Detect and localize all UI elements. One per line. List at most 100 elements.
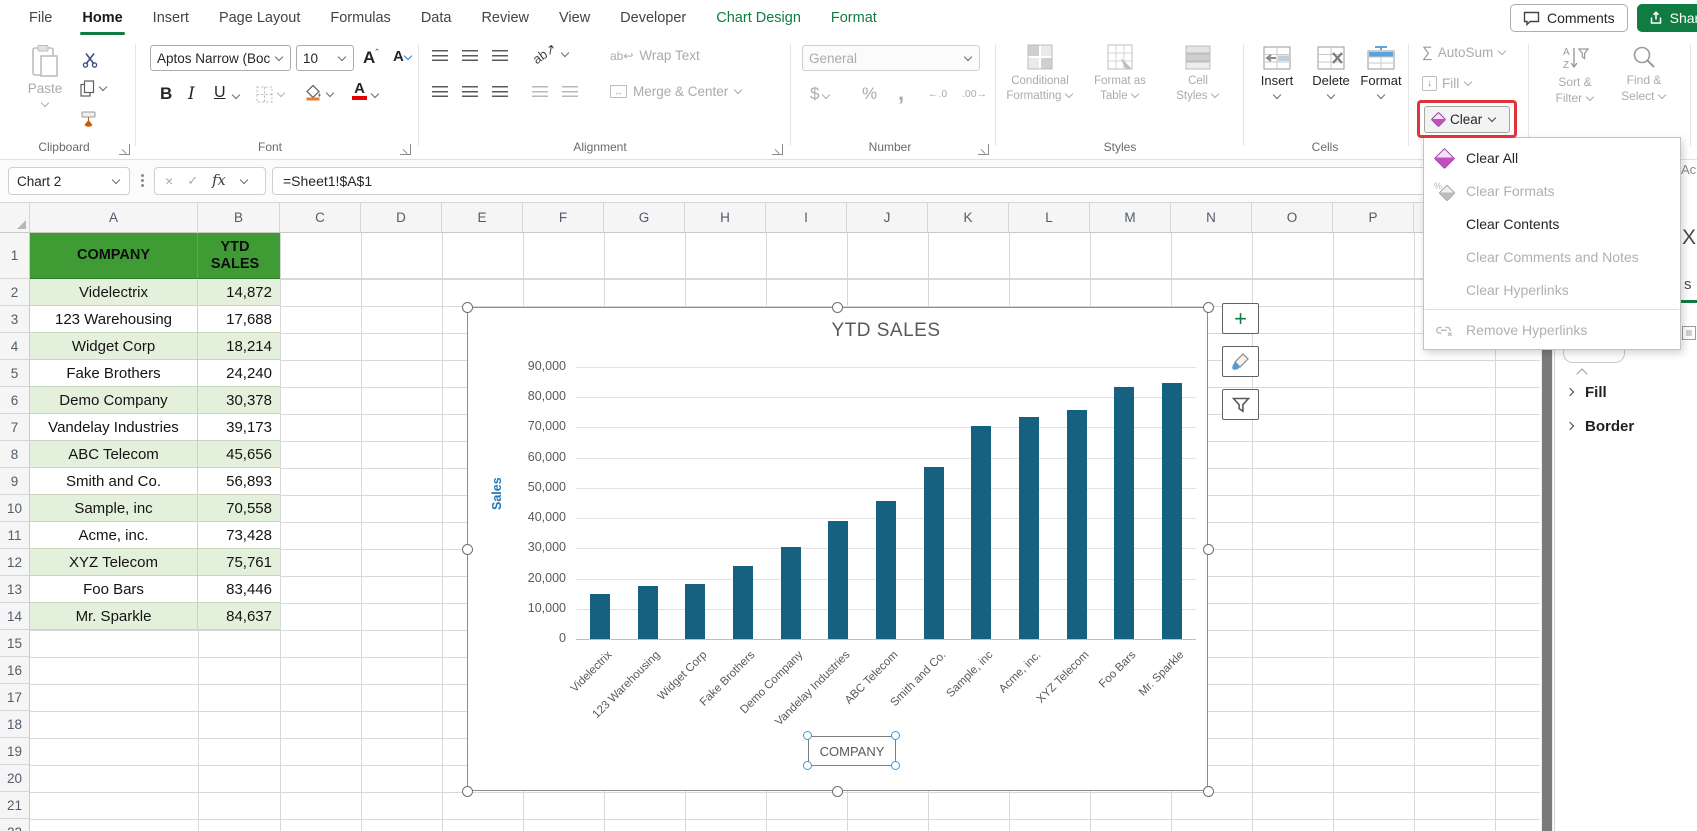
company-cell[interactable]: XYZ Telecom xyxy=(30,549,198,576)
company-cell[interactable]: Sample, inc xyxy=(30,495,198,522)
pane-section-fill[interactable]: Fill xyxy=(1567,384,1607,401)
row-header-14[interactable]: 14 xyxy=(0,603,30,630)
sales-cell[interactable]: 18,214 xyxy=(198,333,280,360)
chart-x-axis-title[interactable]: COMPANY xyxy=(808,736,896,766)
chart-selection-handle[interactable] xyxy=(1202,301,1214,313)
comments-button[interactable]: Comments xyxy=(1509,4,1628,32)
paste-button[interactable]: Paste xyxy=(18,44,72,111)
sales-cell[interactable]: 56,893 xyxy=(198,468,280,495)
increase-indent-button[interactable] xyxy=(562,86,578,102)
name-box[interactable]: Chart 2 xyxy=(8,167,130,195)
tab-insert[interactable]: Insert xyxy=(138,0,204,36)
company-cell[interactable]: Acme, inc. xyxy=(30,522,198,549)
align-middle-button[interactable] xyxy=(462,50,478,66)
chart-bar-sample-inc[interactable] xyxy=(971,425,992,639)
wrap-text-button[interactable]: ab↩ Wrap Text xyxy=(610,48,700,63)
font-size-combo[interactable]: 10 xyxy=(296,45,354,71)
column-header-D[interactable]: D xyxy=(361,203,442,233)
chart-selection-handle[interactable] xyxy=(832,785,843,797)
row-header-22[interactable]: 22 xyxy=(0,819,30,831)
chart-bar-fake-brothers[interactable] xyxy=(732,565,753,639)
column-header-F[interactable]: F xyxy=(523,203,604,233)
company-cell[interactable]: Smith and Co. xyxy=(30,468,198,495)
borders-button[interactable] xyxy=(256,86,286,103)
tab-home[interactable]: Home xyxy=(67,0,137,36)
row-header-20[interactable]: 20 xyxy=(0,765,30,792)
collapse-chevron-icon[interactable] xyxy=(1577,368,1589,376)
conditional-formatting-button[interactable]: Conditional Formatting xyxy=(1002,44,1078,103)
company-cell[interactable]: Vandelay Industries xyxy=(30,414,198,441)
sales-cell[interactable]: 45,656 xyxy=(198,441,280,468)
chart-filters-button[interactable] xyxy=(1222,389,1259,420)
row-header-7[interactable]: 7 xyxy=(0,414,30,441)
sales-cell[interactable]: 84,637 xyxy=(198,603,280,630)
number-dialog-launcher[interactable] xyxy=(978,144,989,155)
menu-item-clear-contents[interactable]: Clear Contents xyxy=(1424,207,1680,240)
chart-bar-demo-company[interactable] xyxy=(780,547,801,639)
sales-cell[interactable]: 24,240 xyxy=(198,360,280,387)
align-bottom-button[interactable] xyxy=(492,50,508,66)
pane-section-border[interactable]: Border xyxy=(1567,418,1634,435)
chart-selection-handle[interactable] xyxy=(461,785,473,797)
company-cell[interactable]: Videlectrix xyxy=(30,279,198,306)
company-cell[interactable]: 123 Warehousing xyxy=(30,306,198,333)
chart-bar-mr-sparkle[interactable] xyxy=(1162,383,1183,639)
chart-selection-handle[interactable] xyxy=(461,543,473,555)
cancel-icon[interactable]: × xyxy=(165,173,173,189)
row-header-1[interactable]: 1 xyxy=(0,233,30,279)
row-header-16[interactable]: 16 xyxy=(0,657,30,684)
align-top-button[interactable] xyxy=(432,50,448,66)
sales-cell[interactable]: 39,173 xyxy=(198,414,280,441)
company-cell[interactable]: Fake Brothers xyxy=(30,360,198,387)
underline-button[interactable]: U xyxy=(214,84,226,102)
insert-function-icon[interactable]: fx xyxy=(212,173,226,189)
decrease-indent-button[interactable] xyxy=(532,86,548,102)
chart-styles-button[interactable] xyxy=(1222,346,1259,377)
insert-cells-button[interactable]: Insert xyxy=(1250,46,1304,103)
column-header-H[interactable]: H xyxy=(685,203,766,233)
italic-button[interactable]: I xyxy=(188,84,195,104)
delete-cells-button[interactable]: Delete xyxy=(1304,46,1358,103)
number-format-combo[interactable]: General xyxy=(802,45,980,71)
find-select-button[interactable]: Find & Select xyxy=(1614,44,1674,104)
alignment-dialog-launcher[interactable] xyxy=(772,144,783,155)
row-header-18[interactable]: 18 xyxy=(0,711,30,738)
fill-button[interactable]: ↓ Fill xyxy=(1422,76,1473,91)
sales-cell[interactable]: 73,428 xyxy=(198,522,280,549)
orientation-button[interactable]: ab↗ xyxy=(530,40,570,67)
chart-selection-handle[interactable] xyxy=(1202,543,1214,555)
format-as-table-button[interactable]: Format as Table xyxy=(1082,44,1158,103)
table-header-cell[interactable]: COMPANY xyxy=(30,233,198,279)
chart-bar-widget-corp[interactable] xyxy=(685,583,706,639)
chart-y-axis-title[interactable]: Sales xyxy=(490,477,504,510)
align-right-button[interactable] xyxy=(492,86,508,102)
tab-file[interactable]: File xyxy=(14,0,67,36)
row-header-12[interactable]: 12 xyxy=(0,549,30,576)
chart-bar-xyz-telecom[interactable] xyxy=(1066,410,1087,639)
font-name-combo[interactable]: Aptos Narrow (Boc xyxy=(150,45,291,71)
chart-title[interactable]: YTD SALES xyxy=(468,320,1304,342)
chart-bar-abc-telecom[interactable] xyxy=(876,501,896,639)
selection-handle[interactable] xyxy=(803,761,812,770)
column-header-K[interactable]: K xyxy=(928,203,1009,233)
table-header-cell[interactable]: YTD SALES xyxy=(198,233,280,279)
sales-cell[interactable]: 75,761 xyxy=(198,549,280,576)
formula-bar-grip[interactable] xyxy=(141,174,144,177)
sales-cell[interactable]: 30,378 xyxy=(198,387,280,414)
chart-bar-smith-and-co[interactable] xyxy=(923,467,944,639)
underline-dropdown-icon[interactable] xyxy=(232,92,241,101)
row-header-4[interactable]: 4 xyxy=(0,333,30,360)
row-header-2[interactable]: 2 xyxy=(0,279,30,306)
tab-view[interactable]: View xyxy=(544,0,605,36)
company-cell[interactable]: Foo Bars xyxy=(30,576,198,603)
select-all-corner[interactable] xyxy=(0,203,30,233)
sort-filter-button[interactable]: AZ Sort & Filter xyxy=(1546,44,1604,106)
pane-collapse-tab[interactable] xyxy=(1563,350,1625,363)
align-left-button[interactable] xyxy=(432,86,448,102)
row-header-21[interactable]: 21 xyxy=(0,792,30,819)
cell-styles-button[interactable]: Cell Styles xyxy=(1160,44,1236,103)
chart-bar-videlectrix[interactable] xyxy=(589,594,610,639)
column-header-M[interactable]: M xyxy=(1090,203,1171,233)
grow-font-button[interactable]: Aˆ xyxy=(363,48,379,68)
column-header-I[interactable]: I xyxy=(766,203,847,233)
